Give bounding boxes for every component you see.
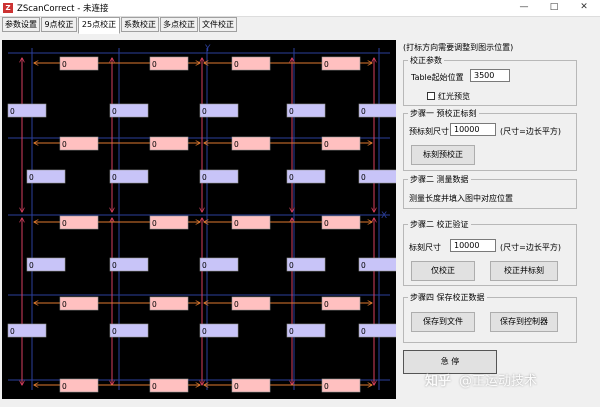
tab-multipoint[interactable]: 多点校正 [160,17,198,32]
step2-verify-group: 步骤二 校正验证 标刻尺寸 10000 (尺寸=边长平方) 仅校正 校正并标刻 [403,219,577,286]
group-title: 步骤一 预校正标刻 [408,108,479,119]
title-bar: Z ZScanCorrect - 未连接 — □ ✕ [0,0,600,17]
v-measure-box-value: 0 [202,173,207,182]
h-measure-box-value: 0 [62,382,67,391]
h-measure-box-value: 0 [234,219,239,228]
correction-params-group: 校正参数 Table起始位置 3500 红光预览 [403,55,577,106]
h-measure-box-value: 0 [324,382,329,391]
v-measure-box-value: 0 [361,327,366,336]
pre-correct-mark-button[interactable]: 标刻预校正 [411,145,475,165]
h-measure-box-value: 0 [62,219,67,228]
red-preview-label: 红光预览 [438,92,470,101]
watermark-logo: 知乎 [425,374,452,389]
pre-mark-size-label: 预标刻尺寸 [409,127,449,136]
v-measure-box-value: 0 [202,107,207,116]
red-preview-checkbox[interactable] [427,92,435,100]
h-measure-box-value: 0 [324,60,329,69]
h-measure-box-value: 0 [152,140,157,149]
h-measure-box-value: 0 [62,60,67,69]
close-icon[interactable]: ✕ [570,0,598,16]
h-measure-box-value: 0 [324,219,329,228]
pre-mark-size-input[interactable]: 10000 [450,123,496,136]
step2-measure-group: 步骤二 测量数据 测量长度并填入图中对应位置 [403,174,577,209]
v-measure-box-value: 0 [112,327,117,336]
step1-group: 步骤一 预校正标刻 预标刻尺寸 10000 (尺寸=边长平方) 标刻预校正 [403,108,577,171]
v-measure-box-value: 0 [289,107,294,116]
v-measure-box-value: 0 [10,107,15,116]
orientation-hint: (打标方向需要调整到图示位置) [403,43,514,52]
h-measure-box-value: 0 [324,300,329,309]
h-measure-box-value: 0 [152,300,157,309]
v-measure-box-value: 0 [10,327,15,336]
v-measure-box-value: 0 [29,173,34,182]
h-measure-box-value: 0 [324,140,329,149]
h-measure-box-value: 0 [234,60,239,69]
v-measure-box-value: 0 [112,107,117,116]
x-axis-label: X [381,211,387,221]
v-measure-box-value: 0 [289,327,294,336]
h-measure-box-value: 0 [152,60,157,69]
group-title: 步骤二 测量数据 [408,174,471,185]
maximize-icon[interactable]: □ [540,0,568,16]
h-measure-box-value: 0 [152,382,157,391]
mark-size-input[interactable]: 10000 [450,239,496,252]
v-measure-box-value: 0 [361,173,366,182]
control-panel: (打标方向需要调整到图示位置) 校正参数 Table起始位置 3500 红光预览… [400,40,595,400]
app-icon: Z [3,3,13,13]
h-measure-box-value: 0 [234,382,239,391]
table-start-label: Table起始位置 [411,73,464,82]
table-start-input[interactable]: 3500 [470,69,510,82]
calibration-grid: Y X 0 0 0 0 0 0 0 0 0 0 0 0 0 0 0 0 0 0 0 0 0 0 0 0 0 0 0 0 0 0 0 0 0 0 0 0 0 0… [7,44,396,393]
mark-size-label: 标刻尺寸 [409,243,441,252]
h-measure-box-value: 0 [62,300,67,309]
watermark-text: @正运动技术 [459,374,538,389]
correct-only-button[interactable]: 仅校正 [411,261,475,281]
tab-25-point[interactable]: 25点校正 [78,17,120,34]
v-measure-box-value: 0 [361,261,366,270]
group-title: 步骤二 校正验证 [408,219,471,230]
v-measure-box-value: 0 [112,173,117,182]
tab-params[interactable]: 参数设置 [2,17,40,32]
h-measure-box-value: 0 [152,219,157,228]
v-measure-box-value: 0 [202,327,207,336]
v-measure-box-value: 0 [112,261,117,270]
h-measure-box-value: 0 [234,300,239,309]
window-title: ZScanCorrect - 未连接 [17,4,109,14]
size-unit-note: (尺寸=边长平方) [500,243,561,252]
tab-coefficient[interactable]: 系数校正 [121,17,159,32]
group-title: 校正参数 [408,55,444,66]
measure-instruction: 测量长度并填入图中对应位置 [409,194,513,203]
v-measure-box-value: 0 [202,261,207,270]
h-measure-box-value: 0 [62,140,67,149]
save-to-controller-button[interactable]: 保存到控制器 [490,312,558,332]
v-measure-box-value: 0 [289,261,294,270]
minimize-icon[interactable]: — [510,0,538,16]
v-measure-box-value: 0 [361,107,366,116]
tab-bar: 参数设置 9点校正 25点校正 系数校正 多点校正 文件校正 [0,17,600,34]
v-measure-box-value: 0 [289,173,294,182]
calibration-canvas: Y X 0 0 0 0 0 0 0 0 0 0 0 0 0 0 0 0 0 0 0 0 0 0 0 0 0 0 0 0 0 0 0 0 0 0 0 0 0 0… [2,40,396,399]
size-unit-note: (尺寸=边长平方) [500,127,561,136]
correct-and-mark-button[interactable]: 校正并标刻 [490,261,558,281]
group-title: 步骤四 保存校正数据 [408,292,487,303]
save-to-file-button[interactable]: 保存到文件 [411,312,475,332]
y-axis-label: Y [204,44,211,54]
h-measure-box-value: 0 [234,140,239,149]
v-measure-box-value: 0 [29,261,34,270]
tab-9-point[interactable]: 9点校正 [41,17,77,32]
tab-file[interactable]: 文件校正 [199,17,237,32]
watermark: 知乎 @正运动技术 [425,370,537,389]
step4-save-group: 步骤四 保存校正数据 保存到文件 保存到控制器 [403,292,577,343]
